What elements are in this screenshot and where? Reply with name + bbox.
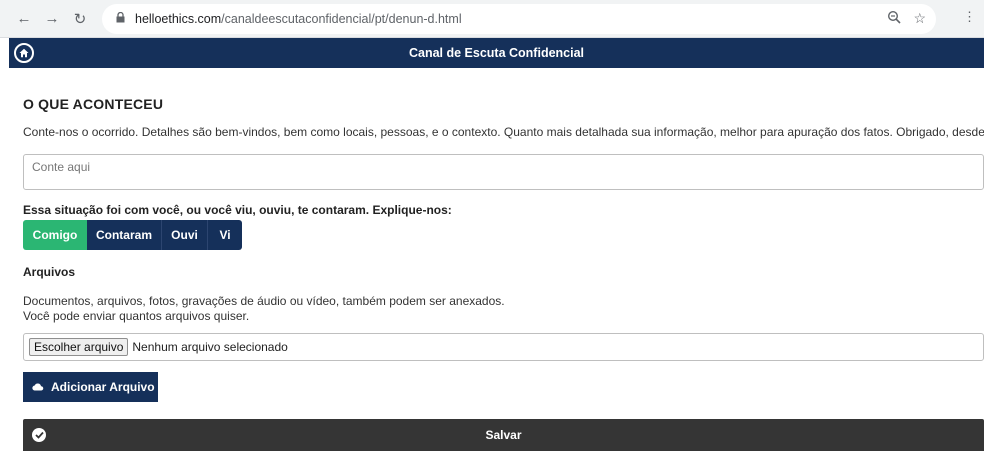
choice-comigo[interactable]: Comigo	[23, 220, 87, 250]
forward-arrow-icon[interactable]: →	[40, 7, 64, 31]
url-host: helloethics.com	[135, 11, 222, 26]
choice-vi[interactable]: Vi	[208, 220, 242, 250]
add-file-button[interactable]: Adicionar Arquivo	[23, 372, 158, 402]
browser-toolbar: ← → ↻ helloethics.com/canaldeescutaconfi…	[0, 0, 984, 38]
involvement-question: Essa situação foi com você, ou você viu,…	[23, 203, 452, 217]
choose-file-button[interactable]: Escolher arquivo	[29, 338, 129, 356]
back-arrow-icon[interactable]: ←	[12, 7, 36, 31]
involvement-choices: Comigo Contaram Ouvi Vi	[23, 220, 242, 250]
menu-dots-icon[interactable]: ⋮	[963, 10, 976, 23]
intro-text: Conte-nos o ocorrido. Detalhes são bem-v…	[23, 125, 984, 139]
site-title: Canal de Escuta Confidencial	[408, 46, 585, 60]
choice-ouvi[interactable]: Ouvi	[162, 220, 208, 250]
save-button[interactable]: Salvar	[23, 419, 984, 451]
files-description: Documentos, arquivos, fotos, gravações d…	[23, 294, 505, 308]
site-header: Canal de Escuta Confidencial	[9, 38, 984, 68]
star-icon[interactable]: ☆	[913, 10, 926, 27]
home-icon[interactable]	[14, 43, 34, 63]
file-status: Nenhum arquivo selecionado	[132, 340, 288, 354]
section-title: O QUE ACONTECEU	[23, 96, 164, 112]
cloud-icon	[32, 380, 44, 394]
check-icon	[32, 428, 46, 442]
lock-icon	[116, 11, 125, 26]
add-file-label: Adicionar Arquivo	[51, 380, 155, 394]
files-title: Arquivos	[23, 265, 76, 279]
choice-contaram[interactable]: Contaram	[87, 220, 162, 250]
file-picker[interactable]: Escolher arquivo Nenhum arquivo selecion…	[23, 333, 984, 361]
save-label: Salvar	[485, 428, 522, 442]
files-description-2: Você pode enviar quantos arquivos quiser…	[23, 309, 250, 323]
story-input[interactable]	[23, 154, 984, 190]
address-bar[interactable]: helloethics.com/canaldeescutaconfidencia…	[102, 3, 936, 34]
zoom-icon[interactable]	[887, 10, 902, 27]
url-path: /canaldeescutaconfidencial/pt/denun-d.ht…	[221, 11, 462, 26]
reload-icon[interactable]: ↻	[68, 7, 92, 31]
